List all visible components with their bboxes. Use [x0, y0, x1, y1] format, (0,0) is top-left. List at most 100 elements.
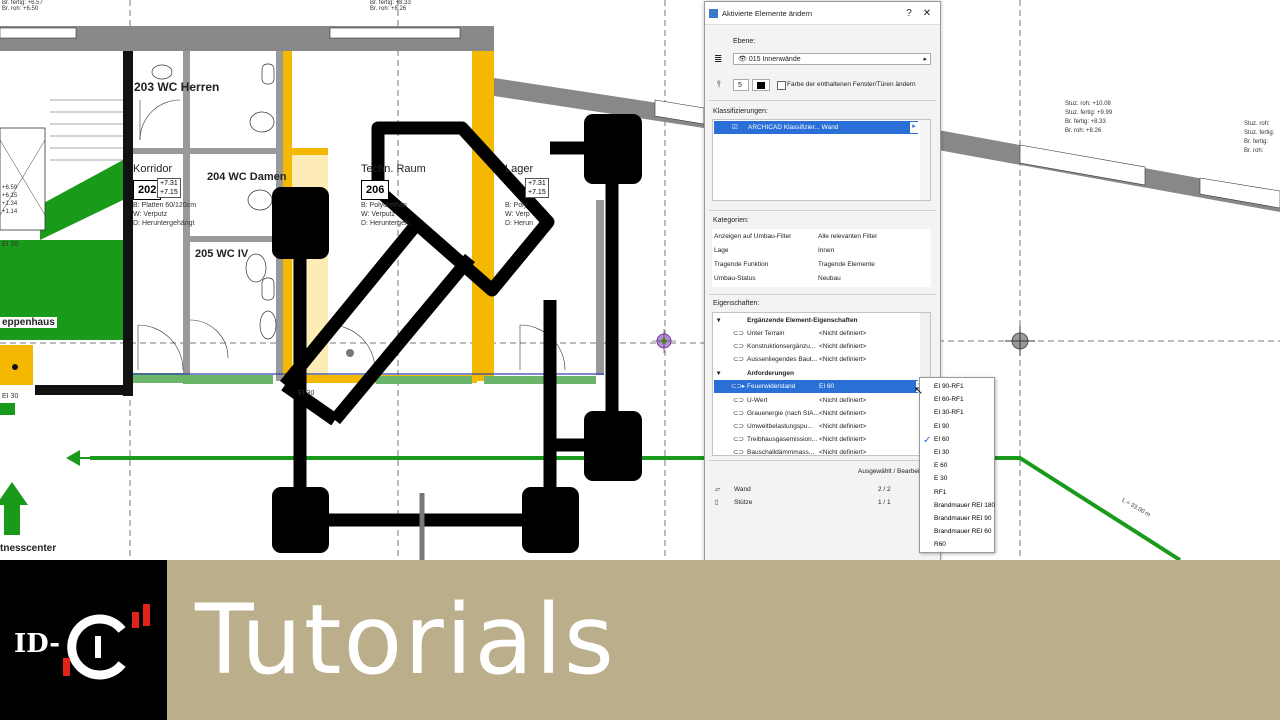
stair-levels: +6.59 +6.15 +1.34 +1.14	[2, 185, 18, 215]
room-label-treppenhaus: eppenhaus	[0, 317, 57, 328]
property-group-header[interactable]: ▾ Anforderungen	[713, 367, 930, 380]
layer-dropdown[interactable]: 👁 015 Innenwände ▸	[733, 53, 931, 65]
link-icon: ⊂⊃	[733, 423, 744, 430]
property-row-selected[interactable]: ⊂⊃▸ Feuerwiderstand EI 60	[714, 380, 918, 393]
room-206-finishes: B: Polyurethan W: Verputz D: Heruntergeh.	[361, 202, 411, 227]
room-202-finishes: B: Platten 60/120cm W: Verputz D: Herunter…	[133, 202, 197, 227]
room-202-levels: +7.31 +7.15	[157, 178, 181, 198]
menu-item[interactable]: Brandmauer REI 90	[934, 512, 991, 525]
property-row[interactable]: ⊂⊃ Treibhausgasemission... <Nicht definier…	[713, 433, 930, 446]
chevron-right-icon[interactable]: ▸	[910, 122, 918, 133]
collapse-icon: ▾	[717, 370, 721, 377]
level-note-top-mid: Br. fertig: +8.33 Br. roh: +8.26	[370, 0, 411, 12]
link-icon: ⊂⊃	[733, 436, 744, 443]
categories-list: Anzeigen auf Umbau-Filter Alle relevanten…	[712, 229, 931, 287]
classification-value: ARCHICAD Klassifizier... Wand	[748, 124, 839, 131]
room-label-lager: Lager	[505, 163, 534, 175]
idc-logo: ID-	[0, 560, 167, 720]
room-label-205: 205 WC IV	[195, 248, 249, 260]
app-icon	[709, 8, 718, 18]
category-row[interactable]: Umbau-Status Neubau	[712, 272, 931, 285]
categories-label: Kategorien:	[713, 217, 749, 224]
banner-title: Tutorials	[195, 584, 616, 696]
summary-row[interactable]: ▯ Stütze 1 / 1	[712, 496, 931, 509]
check-icon: ☑	[732, 124, 738, 131]
link-icon: ⊂⊃	[733, 397, 744, 404]
eye-icon: 👁	[738, 56, 747, 63]
link-icon: ⊂⊃	[733, 449, 744, 455]
lager-finishes: B: Poly W: Verp D: Herun	[505, 202, 534, 227]
property-row[interactable]: ⊂⊃ Unter Terrain <Nicht definiert>	[713, 327, 930, 340]
floor-plan-canvas[interactable]: Br. fertig: +6.57 Br. roh: +6.50 Br. fert…	[0, 0, 1280, 560]
layer-label: Ebene:	[733, 38, 756, 45]
room-label-korridor: Korridor	[133, 163, 173, 175]
category-row[interactable]: Tragende Funktion Tragende Elemente	[712, 258, 931, 271]
menu-item[interactable]: E 60	[934, 459, 947, 472]
property-row[interactable]: ⊂⊃ Umweltbelastungspu... <Nicht definiert>	[713, 420, 930, 433]
chevron-right-icon: ▸	[923, 56, 927, 63]
fire-rating-label-a: EI 30	[2, 241, 19, 248]
category-row[interactable]: Lage Innen	[712, 244, 931, 257]
layer-value: 015 Innenwände	[748, 56, 801, 63]
fire-rating-label-c: EI 30	[2, 393, 19, 400]
classification-label: Klassifizierungen:	[713, 108, 768, 115]
color-checkbox[interactable]	[777, 81, 786, 90]
properties-label: Eigenschaften:	[713, 300, 760, 307]
pen-icon: ⫯	[717, 79, 721, 89]
link-icon: ⊂⊃	[733, 330, 744, 337]
dialog-titlebar[interactable]: Aktivierte Elemente ändern ? ✕	[705, 2, 940, 25]
menu-item[interactable]: Brandmauer REI 60	[934, 525, 991, 538]
level-note-top-left: Br. fertig: +6.57 Br. roh: +6.50	[2, 0, 43, 12]
menu-item[interactable]: EI 90	[934, 420, 949, 433]
pen-number-input[interactable]: 5	[733, 79, 749, 91]
property-group-header[interactable]: ▾ Ergänzende Element-Eigenschaften	[713, 314, 930, 327]
menu-item[interactable]: R60	[934, 538, 946, 551]
help-button[interactable]: ?	[900, 8, 918, 19]
idc-logo-mark: ID-	[14, 604, 150, 680]
summary-row[interactable]: ▱ Wand 2 / 2	[712, 483, 931, 496]
property-row[interactable]: ⊂⊃ Grauenergie (nach SIA... <Nicht definie…	[713, 407, 930, 420]
collapse-icon: ▾	[717, 317, 721, 324]
pen-color-swatch[interactable]	[752, 79, 770, 91]
menu-item[interactable]: Brandmauer REI 180	[934, 499, 995, 512]
category-row[interactable]: Anzeigen auf Umbau-Filter Alle relevanten…	[712, 230, 931, 243]
properties-list: ▾ Ergänzende Element-Eigenschaften ⊂⊃ Unte…	[712, 312, 931, 456]
wall-icon: ▱	[715, 486, 720, 493]
menu-item[interactable]: RF1	[934, 486, 946, 499]
dialog-title: Aktivierte Elemente ändern	[722, 8, 813, 18]
menu-item[interactable]: EI 90-RF1	[934, 380, 964, 393]
link-icon: ⊂⊃	[733, 410, 744, 417]
color-checkbox-label: Farbe der enthaltenen Fenster/Türen ände…	[787, 81, 916, 88]
property-row[interactable]: ⊂⊃ Konstruktionsergänzu... <Nicht definier…	[713, 340, 930, 353]
room-number-206: 206	[361, 180, 390, 200]
property-row[interactable]: ⊂⊃ Aussenliegendes Baut... <Nicht definier…	[713, 353, 930, 366]
lager-levels: +7.31 +7.15	[525, 178, 549, 198]
property-row[interactable]: ⊂⊃ Bauschalldämmmass... <Nicht definiert>	[713, 446, 930, 455]
room-label-206: Techn. Raum	[361, 163, 426, 175]
tutorial-banner	[0, 560, 1280, 720]
room-label-fitness: tnesscenter	[0, 543, 57, 554]
menu-item[interactable]: EI 30	[934, 446, 949, 459]
archicad-tool-icon	[279, 121, 619, 527]
room-label-203: 203 WC Herren	[134, 80, 220, 94]
classification-scrollbar[interactable]	[920, 120, 930, 200]
menu-item[interactable]: EI 60-RF1	[934, 393, 964, 406]
link-icon: ⊂⊃	[733, 356, 744, 363]
menu-item[interactable]: E 30	[934, 472, 947, 485]
svg-text:ID-: ID-	[14, 629, 60, 659]
fire-rating-label-b: EI 30	[298, 390, 315, 397]
link-icon: ⊂⊃▸	[731, 383, 746, 390]
modify-elements-dialog: Aktivierte Elemente ändern ? ✕ Ebene: ≣ …	[704, 1, 941, 563]
menu-item[interactable]: EI 30-RF1	[934, 406, 964, 419]
room-label-204: 204 WC Damen	[207, 171, 287, 183]
property-row[interactable]: ⊂⊃ U-Wert <Nicht definiert>	[713, 394, 930, 407]
close-button[interactable]: ✕	[918, 8, 936, 19]
menu-item-checked[interactable]: EI 60	[934, 433, 949, 446]
classification-list: ☑ ARCHICAD Klassifizier... Wand ▸	[712, 119, 931, 201]
fire-rating-dropdown-menu: ✓ EI 90-RF1 EI 60-RF1 EI 30-RF1 EI 90 EI…	[919, 377, 995, 553]
checkmark-icon: ✓	[923, 435, 932, 446]
link-icon: ⊂⊃	[733, 343, 744, 350]
classification-row[interactable]: ☑ ARCHICAD Klassifizier... Wand	[714, 121, 918, 134]
summary-header: Ausgewählt / Bearbeit	[858, 468, 922, 475]
level-note-right-b: Stuz. roh: Stuz. fertig: Br. fertig: Br. ro…	[1244, 121, 1275, 154]
